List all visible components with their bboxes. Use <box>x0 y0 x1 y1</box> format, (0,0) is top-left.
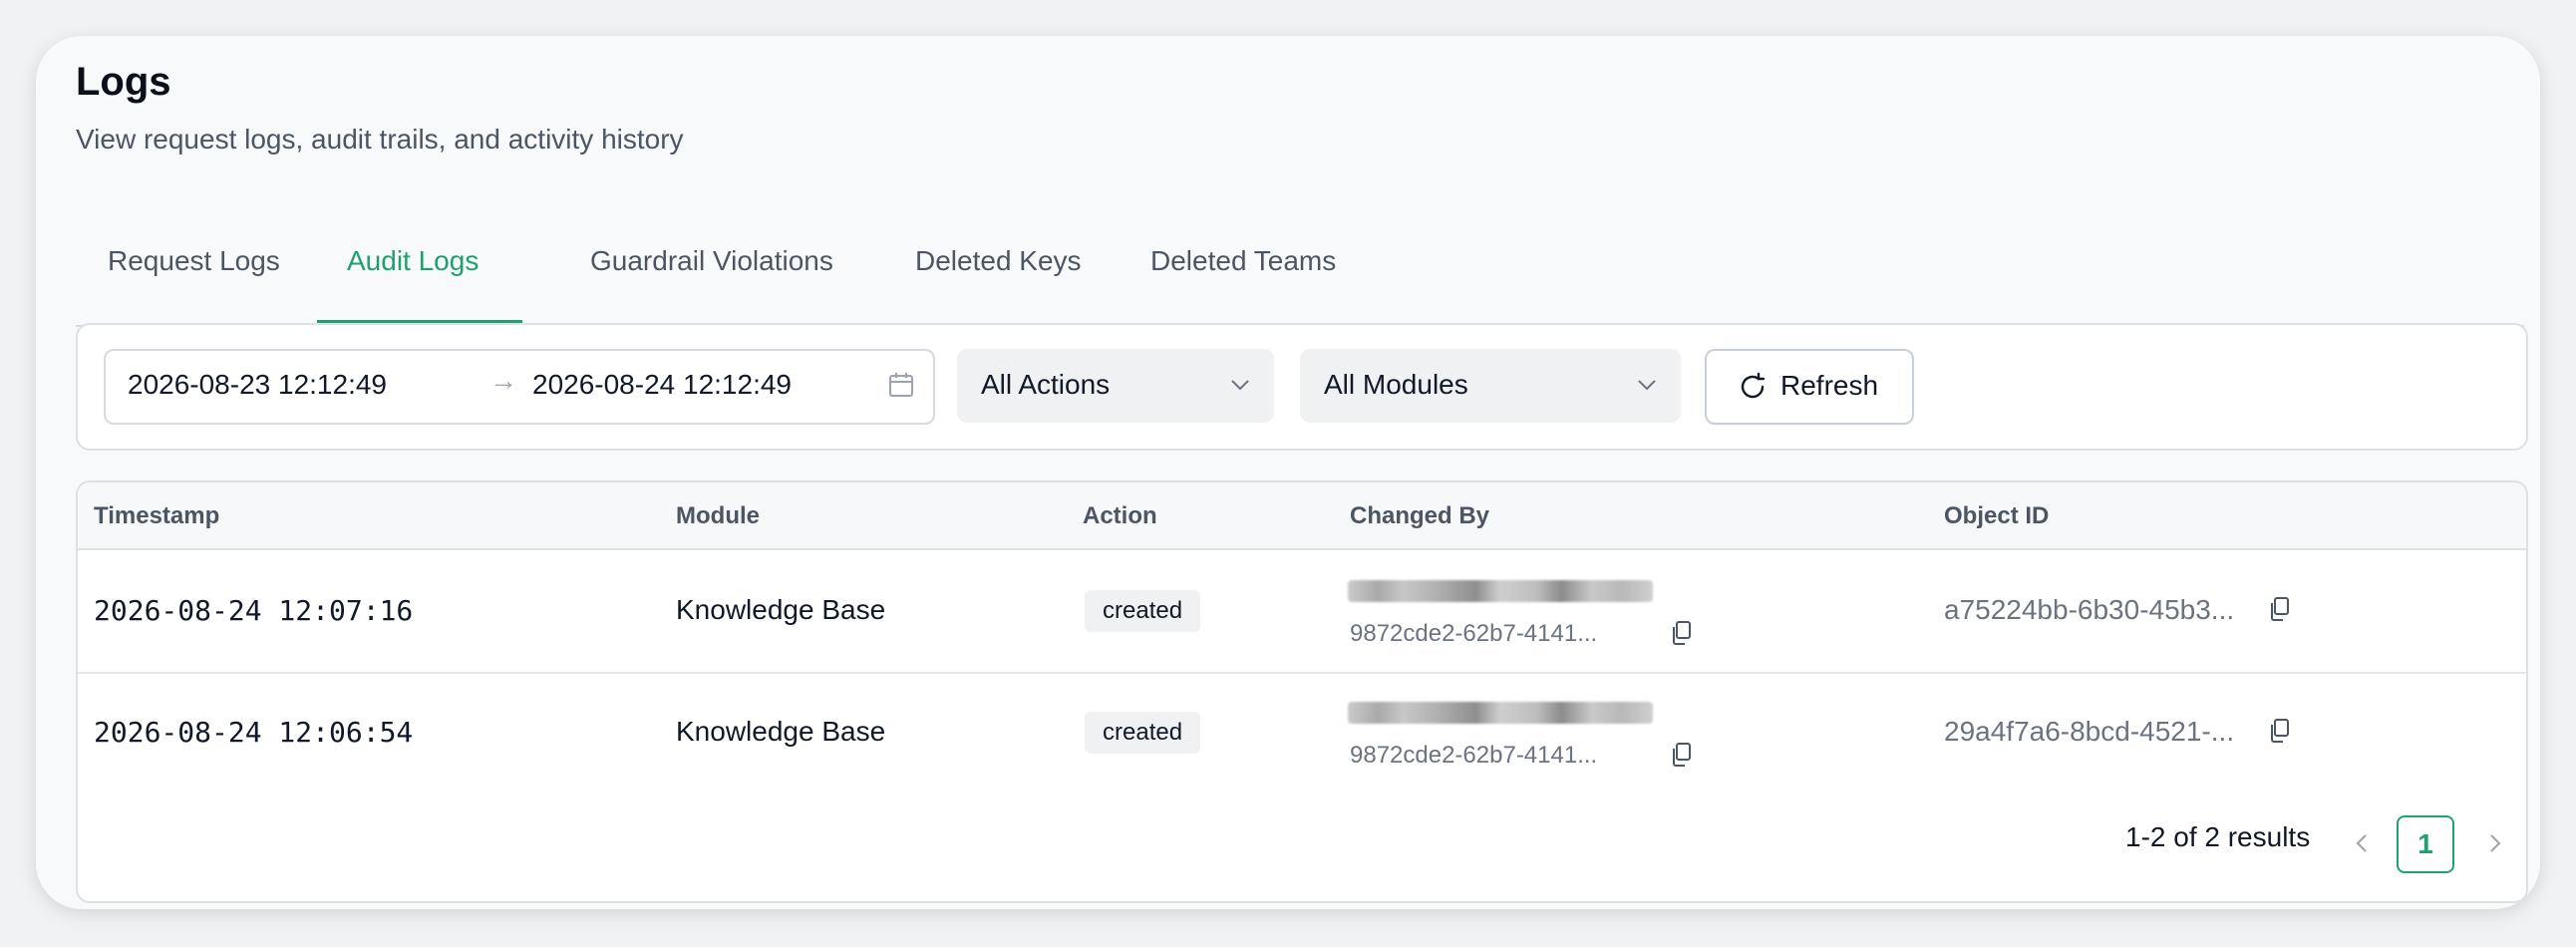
tab-guardrail-violations[interactable]: Guardrail Violations <box>590 215 833 325</box>
chevron-right-icon[interactable] <box>2482 829 2506 862</box>
tab-audit-logs[interactable]: Audit Logs <box>347 215 479 325</box>
module-select[interactable]: All Modules <box>1300 349 1681 423</box>
audit-logs-table: Timestamp Module Action Changed By Objec… <box>76 480 2528 903</box>
module-cell: Knowledge Base <box>676 594 886 625</box>
page-title: Logs <box>76 60 171 104</box>
chevron-down-icon <box>1635 373 1659 402</box>
object-id-cell: a75224bb-6b30-45b3... <box>1944 594 2235 625</box>
changed-by-id: 9872cde2-62b7-4141... <box>1350 742 1598 769</box>
timestamp-cell: 2026-08-24 12:07:16 <box>94 594 414 627</box>
chevron-down-icon <box>1228 373 1252 402</box>
column-header-object-id: Object ID <box>1944 502 2050 529</box>
timestamp-cell: 2026-08-24 12:06:54 <box>94 716 414 749</box>
redacted-user-name <box>1348 580 1653 602</box>
date-range-picker[interactable]: 2026-08-23 12:12:49 → 2026-08-24 12:12:4… <box>104 349 935 425</box>
action-select[interactable]: All Actions <box>957 349 1274 423</box>
chevron-left-icon[interactable] <box>2351 829 2375 862</box>
pagination-page-1[interactable]: 1 <box>2397 815 2454 873</box>
filter-bar: 2026-08-23 12:12:49 → 2026-08-24 12:12:4… <box>76 323 2528 451</box>
refresh-button-label: Refresh <box>1780 370 1879 401</box>
module-select-value: All Modules <box>1324 369 1468 400</box>
copy-icon[interactable] <box>2269 596 2291 627</box>
column-header-action: Action <box>1083 502 1157 529</box>
column-header-changed-by: Changed By <box>1350 502 1490 529</box>
action-badge: created <box>1085 590 1201 632</box>
column-header-timestamp: Timestamp <box>94 502 220 529</box>
copy-icon[interactable] <box>1671 620 1693 651</box>
calendar-icon[interactable] <box>887 371 915 404</box>
tab-deleted-keys[interactable]: Deleted Keys <box>915 215 1082 325</box>
action-badge: created <box>1085 712 1201 754</box>
copy-icon[interactable] <box>1671 742 1693 773</box>
action-select-value: All Actions <box>981 369 1111 400</box>
page-subtitle: View request logs, audit trails, and act… <box>76 124 684 155</box>
date-range-arrow: → <box>489 365 517 396</box>
table-header: Timestamp Module Action Changed By Objec… <box>78 482 2526 550</box>
tab-request-logs[interactable]: Request Logs <box>108 215 280 325</box>
logs-card: Logs View request logs, audit trails, an… <box>36 36 2540 909</box>
object-id-cell: 29a4f7a6-8bcd-4521-... <box>1944 716 2235 747</box>
table-row[interactable]: 2026-08-24 12:07:16 Knowledge Base creat… <box>78 550 2526 674</box>
tab-bar: Request Logs Audit Logs Guardrail Violat… <box>76 215 2524 327</box>
copy-icon[interactable] <box>2269 718 2291 749</box>
table-row[interactable]: 2026-08-24 12:06:54 Knowledge Base creat… <box>78 672 2526 793</box>
redacted-user-name <box>1348 702 1653 724</box>
date-end-input[interactable]: 2026-08-24 12:12:49 <box>532 369 792 401</box>
date-start-input[interactable]: 2026-08-23 12:12:49 <box>128 369 387 401</box>
tab-deleted-teams[interactable]: Deleted Teams <box>1150 215 1336 325</box>
refresh-button[interactable]: Refresh <box>1705 349 1914 425</box>
pagination-summary: 1-2 of 2 results <box>2125 821 2311 852</box>
refresh-icon <box>1737 371 1769 408</box>
module-cell: Knowledge Base <box>676 716 886 747</box>
changed-by-id: 9872cde2-62b7-4141... <box>1350 620 1598 647</box>
column-header-module: Module <box>676 502 760 529</box>
